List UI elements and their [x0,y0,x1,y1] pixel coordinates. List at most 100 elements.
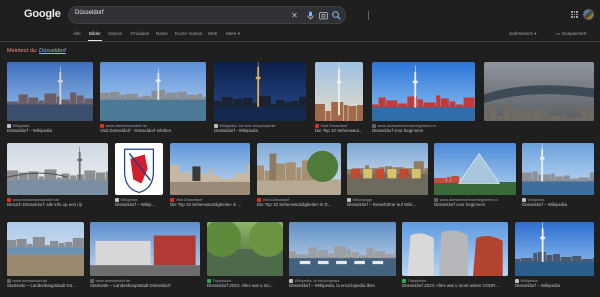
building [72,237,84,248]
river [372,106,475,121]
result-title[interactable]: Besuch Düsseldorf: alle info op een rij! [7,202,108,208]
tower-pod [255,76,261,80]
tower-shaft [541,228,544,262]
building [299,96,306,107]
result-title[interactable]: Düsseldorf – Wikipedia [7,128,93,134]
result-title[interactable]: Düsseldorf – Wikipedia, la enciclopedia … [289,283,396,289]
microphone-icon[interactable] [305,10,316,21]
result-title[interactable]: Die Top 10 Sehenswürdigkeiten in D... [257,202,341,208]
church-tower [269,153,277,181]
thumbnail-image [7,62,93,121]
building [57,177,61,181]
building [589,172,594,182]
google-logo[interactable]: Google [24,8,61,20]
clear-icon[interactable]: ✕ [289,10,300,21]
result-thumbnail[interactable] [347,143,428,195]
building [564,175,570,182]
safesearch-button[interactable]: SafeSearch ▾ [509,31,537,37]
search-icon[interactable] [331,10,342,21]
result-title[interactable]: Düsseldorf voor beginners [434,202,516,208]
building [158,89,166,100]
result-title[interactable]: Startseite – Landeshauptstadt Düsseldorf [90,283,200,289]
market-umbrella [351,169,360,179]
tab-bilder[interactable]: Bilder [89,31,101,36]
apps-grid-icon[interactable] [571,11,578,18]
promenade [7,254,84,276]
building [27,243,33,248]
result-thumbnail[interactable] [484,62,594,121]
tab-mehr[interactable]: Mehr ▾ [226,31,240,37]
walkway [257,179,341,195]
building [418,99,423,108]
result-thumbnail[interactable] [402,222,508,276]
tab-videos[interactable]: Videos [108,31,122,36]
building [532,110,543,121]
tower-pod [412,80,418,84]
building [70,175,77,181]
result-thumbnail[interactable] [90,222,200,276]
site-favicon-icon [522,197,526,202]
building [120,94,126,100]
suggestion-link[interactable]: Düsseldorf [39,48,66,54]
result-title[interactable]: Startseite – Landeshauptstadt Dü... [7,283,84,289]
result-title[interactable]: Düsseldorf – Wikip... [115,202,163,208]
result-title[interactable]: Visit Düsseldorf - Düsseldorf erleben [100,128,206,134]
building [208,169,213,182]
tower-pod [540,236,546,240]
result-title[interactable]: Die Top 10 Sehenswür... [315,128,363,134]
account-avatar[interactable] [583,9,594,20]
result-thumbnail[interactable] [257,143,341,195]
result-title[interactable]: Düsseldorf 2024: Alles wat u mo... [207,283,283,289]
building [84,98,93,105]
market-umbrella [399,169,409,179]
building [553,253,560,262]
camera-lens-icon[interactable] [318,10,329,21]
tab-produkte[interactable]: Produkte [131,31,149,36]
building [451,176,460,184]
result-thumbnail[interactable] [315,62,363,121]
saved-button[interactable]: ▭ Gespeichert [556,31,586,37]
building [343,105,348,121]
result-thumbnail[interactable] [100,62,206,121]
result-title[interactable]: Düsseldorf – Wikipedia [515,283,594,289]
building [45,244,50,248]
result-thumbnail[interactable] [170,143,250,195]
result-thumbnail[interactable] [207,222,283,276]
result-thumbnail[interactable] [214,62,306,121]
result-title[interactable]: Düsseldorf – Reiseführer auf Wiki... [347,202,428,208]
search-box[interactable]: Düsseldorf ✕ [68,6,369,24]
result-thumbnail[interactable] [522,143,594,195]
building [325,111,331,121]
result-thumbnail[interactable] [7,143,108,195]
building [538,174,551,182]
building [366,248,374,259]
result-title[interactable]: Die Top 10 Sehenswürdigkeiten in ... [170,202,250,208]
tab-news[interactable]: News [156,31,168,36]
result-thumbnail[interactable] [515,222,594,276]
tower-pod [77,158,83,162]
site-favicon-icon [7,197,11,202]
result-thumbnail[interactable] [115,143,163,195]
result-title[interactable]: Düsseldorf voor beginners [372,128,475,134]
site-favicon-icon [207,278,211,283]
market-umbrella [411,169,421,179]
result-thumbnail[interactable] [7,62,93,121]
result-thumbnail[interactable] [434,143,516,195]
result-title[interactable]: Düsseldorf - Wikipedia [214,128,306,134]
building [179,172,190,182]
result-title[interactable]: Düsseldorf 2024: Alles wat u moet weten … [402,283,508,289]
result-thumbnail[interactable] [372,62,475,121]
tab-alle[interactable]: Alle [73,31,81,36]
building [592,257,594,262]
building [386,100,398,108]
building [308,247,318,259]
result-thumbnail[interactable] [289,222,396,276]
result-thumbnail[interactable] [7,222,84,276]
tab-web[interactable]: Web [208,31,217,36]
result-title[interactable]: Düsseldorf – Wikipedia [522,202,594,208]
tab-kurze-videos[interactable]: Kurze Videos [175,31,202,36]
market-umbrella [363,169,373,179]
search-divider [368,11,369,20]
building [44,169,57,181]
search-input[interactable]: Düsseldorf [75,10,104,16]
